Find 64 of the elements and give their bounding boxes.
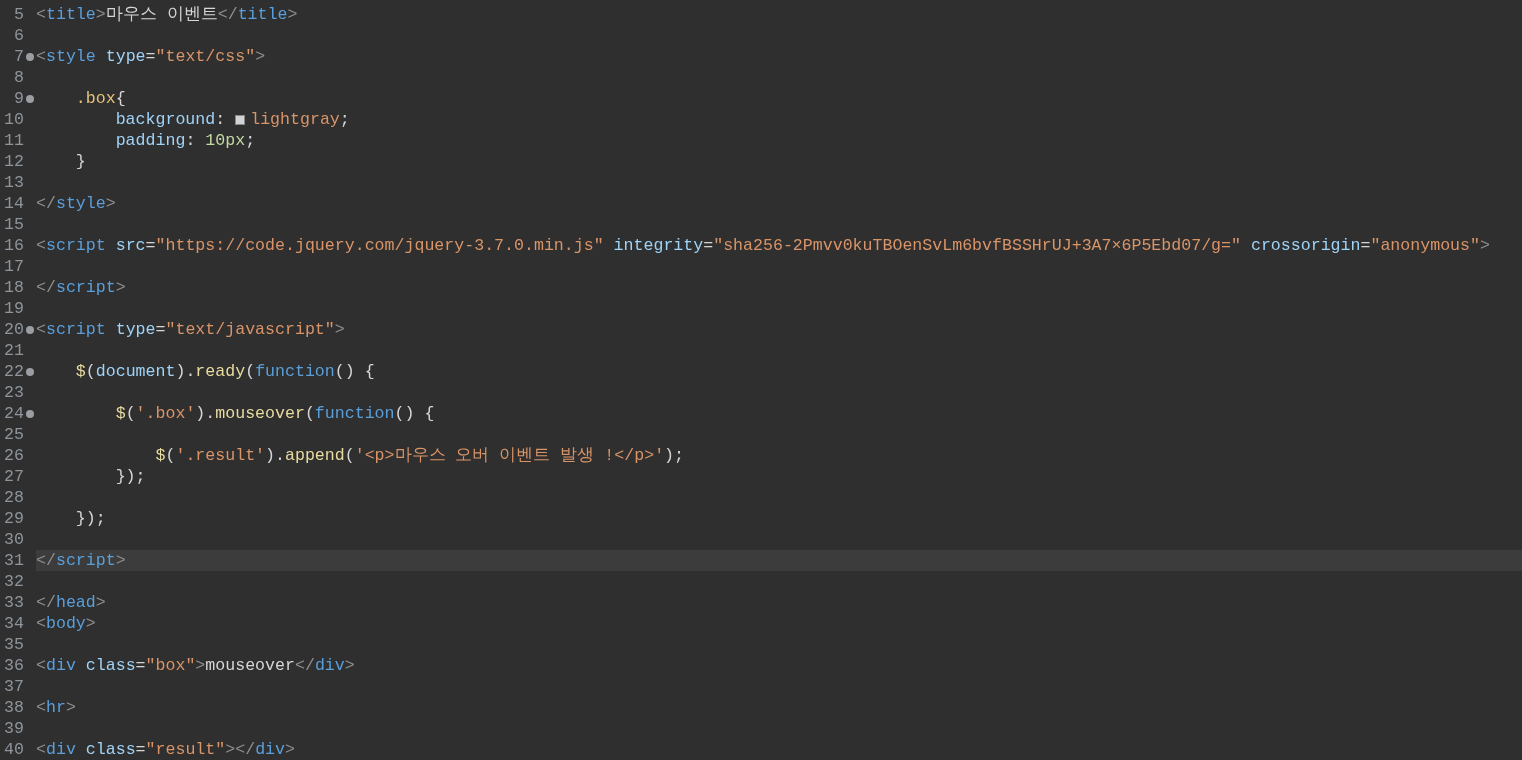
code-text: <div class="result"></div> [36,739,295,760]
line-number: 38 [3,697,24,718]
code-text: <style type="text/css"> [36,46,266,67]
line-number: 33 [3,592,24,613]
line-number: 21 [3,340,24,361]
line-number: 39 [3,718,24,739]
line-number: 14 [3,193,24,214]
code-text: <hr> [36,697,76,718]
line-number: 35 [3,634,24,655]
line-number: 24 [3,403,24,424]
fold-icon[interactable] [26,325,34,334]
code-text: }); [114,466,146,487]
line-number: 10 [3,109,24,130]
line-number: 29 [3,508,24,529]
code-text: background: [114,109,227,130]
line-number: 31 [3,550,24,571]
code-text: <div class="box">mouseover</div> [36,655,355,676]
code-text: $('.result').append('<p>마우스 오버 이벤트 발생 !</p>'); [154,445,685,466]
line-number: 12 [3,151,24,172]
line-number: 6 [13,25,24,46]
line-number: 28 [3,487,24,508]
code-text: </script> [36,277,126,298]
code-text: }); [74,508,106,529]
code-text: } [74,151,86,172]
code-text: padding: 10px; [114,130,256,151]
line-number: 13 [3,172,24,193]
code-text: .box{ [74,88,126,109]
code-text: <title>마우스 이벤트</title> [36,4,298,25]
line-number: 8 [13,67,24,88]
code-text: $(document).ready(function() { [74,361,375,382]
fold-icon[interactable] [26,52,34,61]
line-number: 32 [3,571,24,592]
line-number: 40 [3,739,24,760]
line-number: 20 [3,319,24,340]
line-number: 17 [3,256,24,277]
code-text: $('.box').mouseover(function() { [114,403,435,424]
fold-icon[interactable] [26,409,34,418]
fold-icon[interactable] [26,367,34,376]
line-number: 16 [3,235,24,256]
code-text: </script> [36,550,126,571]
line-number: 34 [3,613,24,634]
line-number: 18 [3,277,24,298]
line-number: 30 [3,529,24,550]
line-number: 26 [3,445,24,466]
line-number: 5 [13,4,24,25]
code-text: <body> [36,613,96,634]
line-number: 11 [3,130,24,151]
code-text: </head> [36,592,106,613]
code-text: <script src="https://code.jquery.com/jquery-3.7.0.min.js" integrity="sha256-2Pmvv0kuTBOenSvLm6bvfBSSHrUJ+3A7×6P5Ebd07/g=" crossorigin="anonymous"> [36,235,1490,256]
line-number: 23 [3,382,24,403]
line-number: 27 [3,466,24,487]
color-swatch-icon [235,114,246,125]
fold-icon[interactable] [26,94,34,103]
line-number: 37 [3,676,24,697]
line-number: 36 [3,655,24,676]
line-number: 9 [13,88,24,109]
line-number: 15 [3,214,24,235]
code-text: </style> [36,193,116,214]
line-number: 19 [3,298,24,319]
line-number: 25 [3,424,24,445]
line-number: 22 [3,361,24,382]
code-text: <script type="text/javascript"> [36,319,345,340]
code-text: lightgray; [250,109,350,130]
line-number: 7 [13,46,24,67]
